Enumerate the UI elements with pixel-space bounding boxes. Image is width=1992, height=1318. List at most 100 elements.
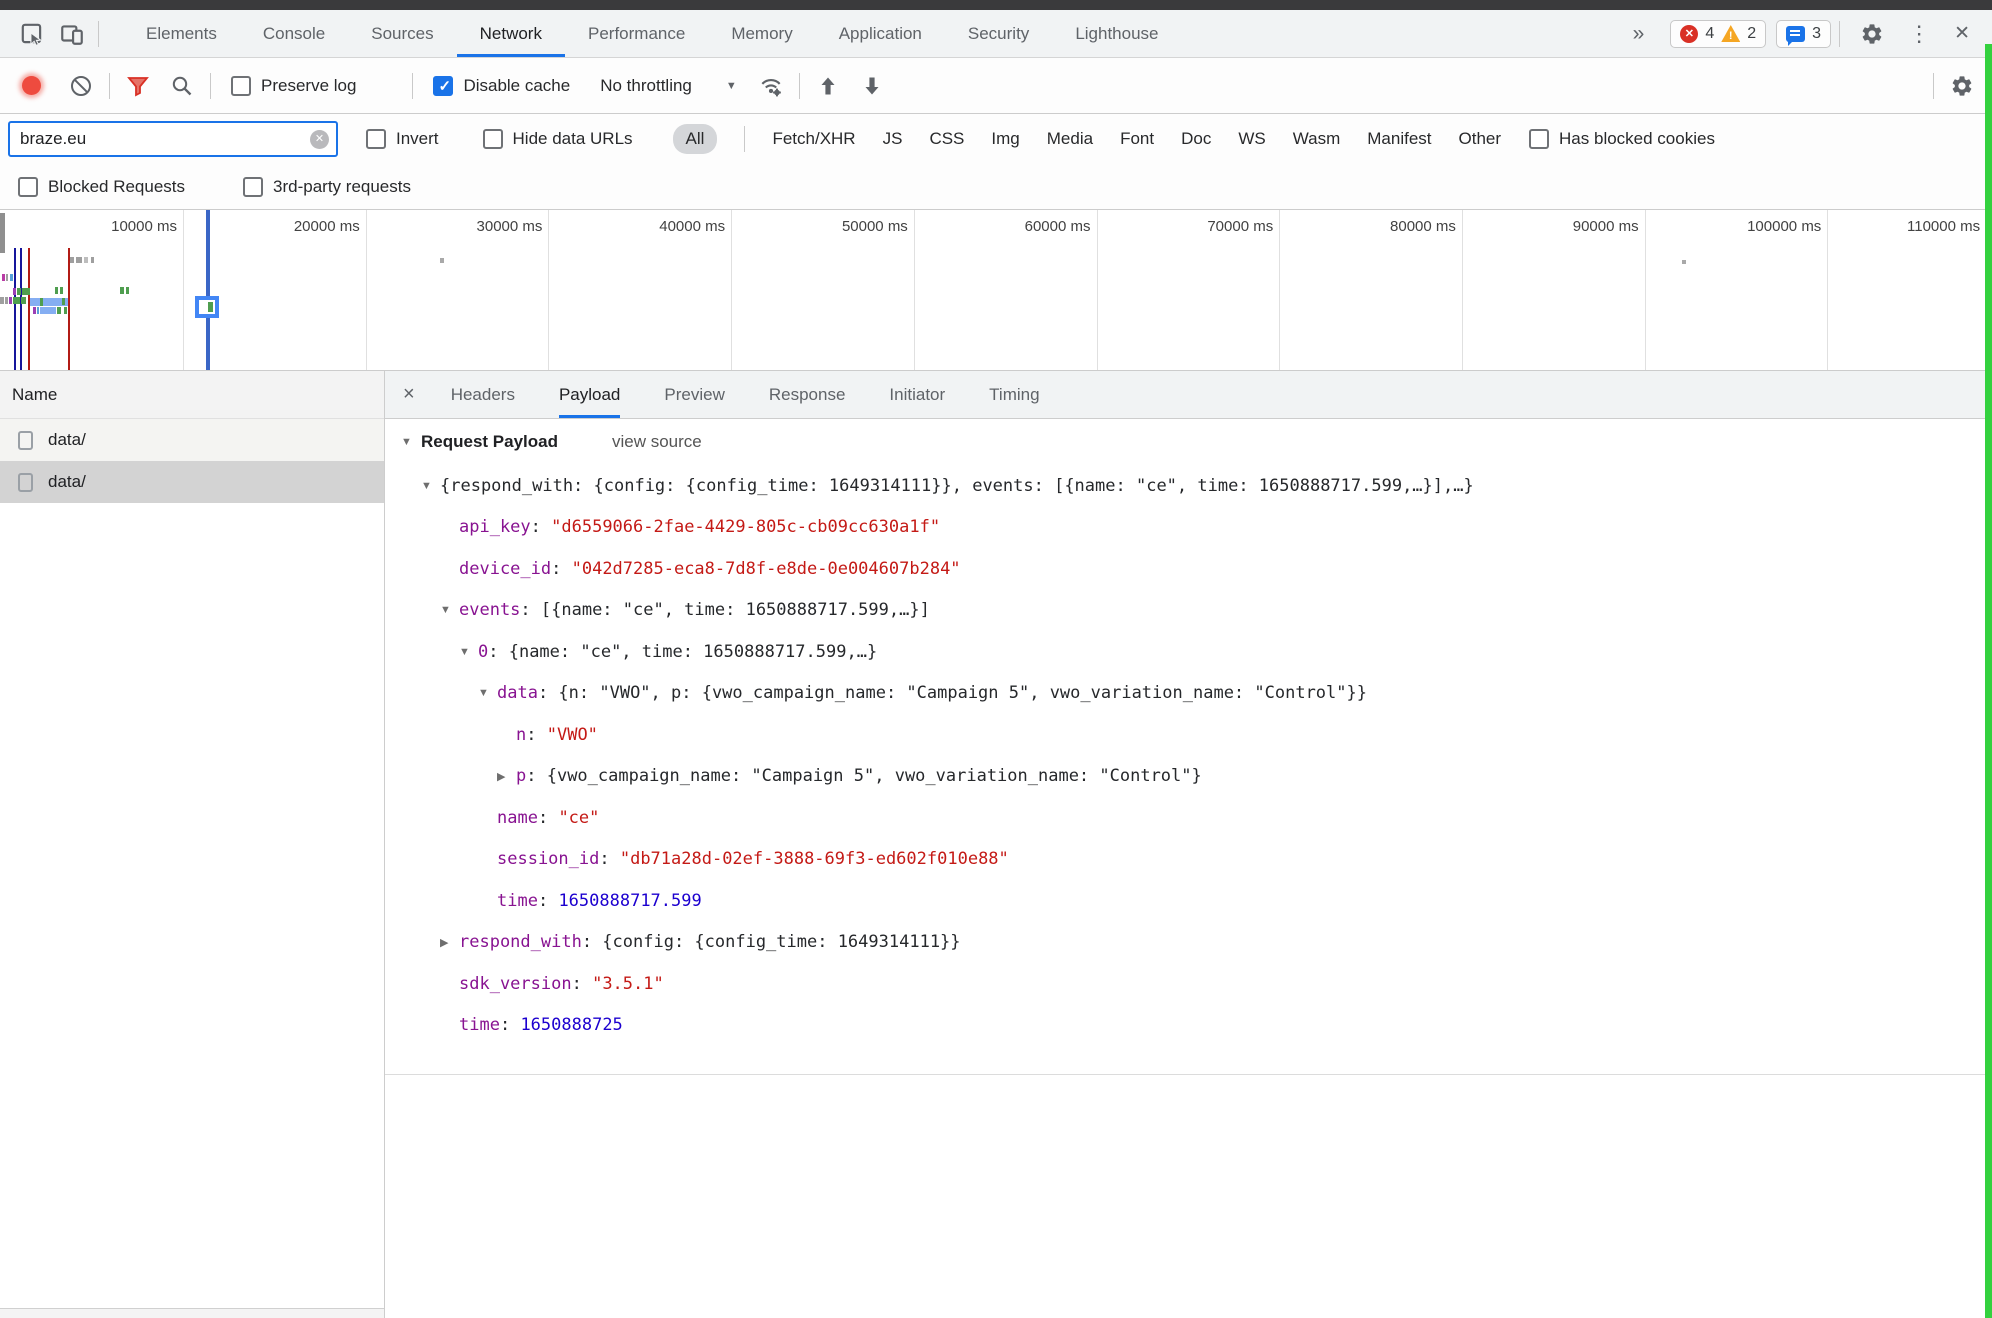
tab-sources[interactable]: Sources xyxy=(348,10,456,57)
tab-elements[interactable]: Elements xyxy=(123,10,240,57)
payload-preview-text: : xyxy=(551,559,571,579)
hide-data-urls-checkbox[interactable] xyxy=(483,129,503,149)
request-payload-header: ▼ Request Payload view source xyxy=(385,419,1992,465)
inspect-element-icon[interactable] xyxy=(12,17,52,51)
filter-type-js[interactable]: JS xyxy=(883,129,903,149)
timeline-tick-label: 40000 ms xyxy=(659,218,725,235)
payload-key: events xyxy=(459,600,520,620)
filter-type-font[interactable]: Font xyxy=(1120,129,1154,149)
tab-performance[interactable]: Performance xyxy=(565,10,708,57)
filter-input[interactable] xyxy=(10,129,290,149)
tab-lighthouse[interactable]: Lighthouse xyxy=(1052,10,1181,57)
waterfall-activity-mark xyxy=(13,297,20,304)
close-devtools-icon[interactable]: ✕ xyxy=(1942,22,1982,45)
device-toolbar-icon[interactable] xyxy=(52,17,92,51)
network-settings-gear-icon[interactable] xyxy=(1940,68,1984,104)
clear-network-log-icon[interactable] xyxy=(59,68,103,104)
payload-row[interactable]: ▼0: {name: "ce", time: 1650888717.599,…} xyxy=(385,631,1992,673)
tree-collapsed-icon[interactable]: ▶ xyxy=(440,936,459,949)
detail-tab-response[interactable]: Response xyxy=(769,371,846,418)
issues-badge[interactable]: 3 xyxy=(1776,20,1831,48)
clear-filter-icon[interactable]: ✕ xyxy=(310,130,329,149)
filter-type-other[interactable]: Other xyxy=(1459,129,1502,149)
payload-row[interactable]: ▼{respond_with: {config: {config_time: 1… xyxy=(385,465,1992,507)
filter-type-media[interactable]: Media xyxy=(1047,129,1093,149)
payload-row[interactable]: session_id: "db71a28d-02ef-3888-69f3-ed6… xyxy=(385,839,1992,881)
divider xyxy=(744,126,745,152)
invert-checkbox[interactable] xyxy=(366,129,386,149)
hide-data-urls-label: Hide data URLs xyxy=(513,129,633,149)
timeline-selected-request-marker[interactable] xyxy=(195,296,219,318)
third-party-requests-checkbox[interactable] xyxy=(243,177,263,197)
waterfall-activity-mark xyxy=(22,288,30,295)
name-column-header[interactable]: Name xyxy=(0,371,384,419)
payload-row[interactable]: ▼data: {n: "VWO", p: {vwo_campaign_name:… xyxy=(385,673,1992,715)
main-tabs: ElementsConsoleSourcesNetworkPerformance… xyxy=(123,10,1182,57)
tree-expanded-icon[interactable]: ▼ xyxy=(459,646,478,658)
import-har-icon[interactable] xyxy=(806,68,850,104)
tree-expanded-icon[interactable]: ▼ xyxy=(440,604,459,616)
waterfall-activity-mark xyxy=(0,213,5,253)
errors-warnings-badge[interactable]: ✕ 4 ! 2 xyxy=(1670,20,1766,48)
filter-type-ws[interactable]: WS xyxy=(1238,129,1265,149)
filter-type-img[interactable]: Img xyxy=(991,129,1019,149)
waterfall-activity-mark xyxy=(126,287,129,294)
tree-expanded-icon[interactable]: ▼ xyxy=(421,480,440,492)
tab-memory[interactable]: Memory xyxy=(708,10,815,57)
request-row[interactable]: data/ xyxy=(0,461,384,503)
payload-row[interactable]: time: 1650888725 xyxy=(385,1005,1992,1047)
export-har-icon[interactable] xyxy=(850,68,894,104)
payload-row[interactable]: n: "VWO" xyxy=(385,714,1992,756)
payload-row[interactable]: ▼events: [{name: "ce", time: 1650888717.… xyxy=(385,590,1992,632)
payload-row[interactable]: name: "ce" xyxy=(385,797,1992,839)
filter-type-fetch-xhr[interactable]: Fetch/XHR xyxy=(772,129,855,149)
detail-tab-preview[interactable]: Preview xyxy=(664,371,724,418)
filter-type-doc[interactable]: Doc xyxy=(1181,129,1211,149)
detail-tab-payload[interactable]: Payload xyxy=(559,371,620,418)
filter-type-wasm[interactable]: Wasm xyxy=(1293,129,1341,149)
payload-row[interactable]: api_key: "d6559066-2fae-4429-805c-cb09cc… xyxy=(385,507,1992,549)
tab-application[interactable]: Application xyxy=(816,10,945,57)
detail-tab-headers[interactable]: Headers xyxy=(451,371,515,418)
payload-row[interactable]: sdk_version: "3.5.1" xyxy=(385,963,1992,1005)
view-source-link[interactable]: view source xyxy=(612,432,702,452)
filter-type-all[interactable]: All xyxy=(673,124,718,154)
payload-row[interactable]: time: 1650888717.599 xyxy=(385,880,1992,922)
kebab-menu-icon[interactable]: ⋮ xyxy=(1896,21,1942,47)
waterfall-activity-mark xyxy=(120,287,124,294)
section-collapse-icon[interactable]: ▼ xyxy=(401,436,421,448)
divider xyxy=(98,21,99,47)
tab-network[interactable]: Network xyxy=(457,10,565,57)
blocked-requests-checkbox[interactable] xyxy=(18,177,38,197)
network-conditions-icon[interactable] xyxy=(749,68,793,104)
network-overview-timeline[interactable]: 10000 ms20000 ms30000 ms40000 ms50000 ms… xyxy=(0,210,1992,371)
payload-key: sdk_version xyxy=(459,974,572,994)
devtools-window: { "main_tabs": ["Elements", "Console", "… xyxy=(0,0,1992,1318)
has-blocked-cookies-checkbox[interactable] xyxy=(1529,129,1549,149)
detail-tab-initiator[interactable]: Initiator xyxy=(889,371,945,418)
preserve-log-checkbox[interactable] xyxy=(231,76,251,96)
filter-type-manifest[interactable]: Manifest xyxy=(1367,129,1431,149)
detail-tab-timing[interactable]: Timing xyxy=(989,371,1039,418)
payload-row[interactable]: ▶respond_with: {config: {config_time: 16… xyxy=(385,922,1992,964)
throttling-select[interactable]: No throttling xyxy=(600,76,692,96)
waterfall-activity-mark xyxy=(2,274,5,281)
search-icon[interactable] xyxy=(160,68,204,104)
horizontal-scrollbar-track[interactable] xyxy=(0,1308,384,1318)
filter-type-css[interactable]: CSS xyxy=(929,129,964,149)
payload-row[interactable]: device_id: "042d7285-eca8-7d8f-e8de-0e00… xyxy=(385,548,1992,590)
divider xyxy=(1839,21,1840,47)
settings-gear-icon[interactable] xyxy=(1848,22,1896,46)
disable-cache-checkbox[interactable] xyxy=(433,76,453,96)
filter-funnel-icon[interactable] xyxy=(116,68,160,104)
close-detail-icon[interactable]: × xyxy=(385,371,429,418)
tab-console[interactable]: Console xyxy=(240,10,348,57)
more-tabs-icon[interactable]: » xyxy=(1617,22,1661,46)
timeline-gridline xyxy=(731,210,732,371)
record-button[interactable] xyxy=(22,76,41,95)
tab-security[interactable]: Security xyxy=(945,10,1052,57)
tree-collapsed-icon[interactable]: ▶ xyxy=(497,770,516,783)
request-row[interactable]: data/ xyxy=(0,419,384,461)
tree-expanded-icon[interactable]: ▼ xyxy=(478,687,497,699)
payload-row[interactable]: ▶p: {vwo_campaign_name: "Campaign 5", vw… xyxy=(385,756,1992,798)
